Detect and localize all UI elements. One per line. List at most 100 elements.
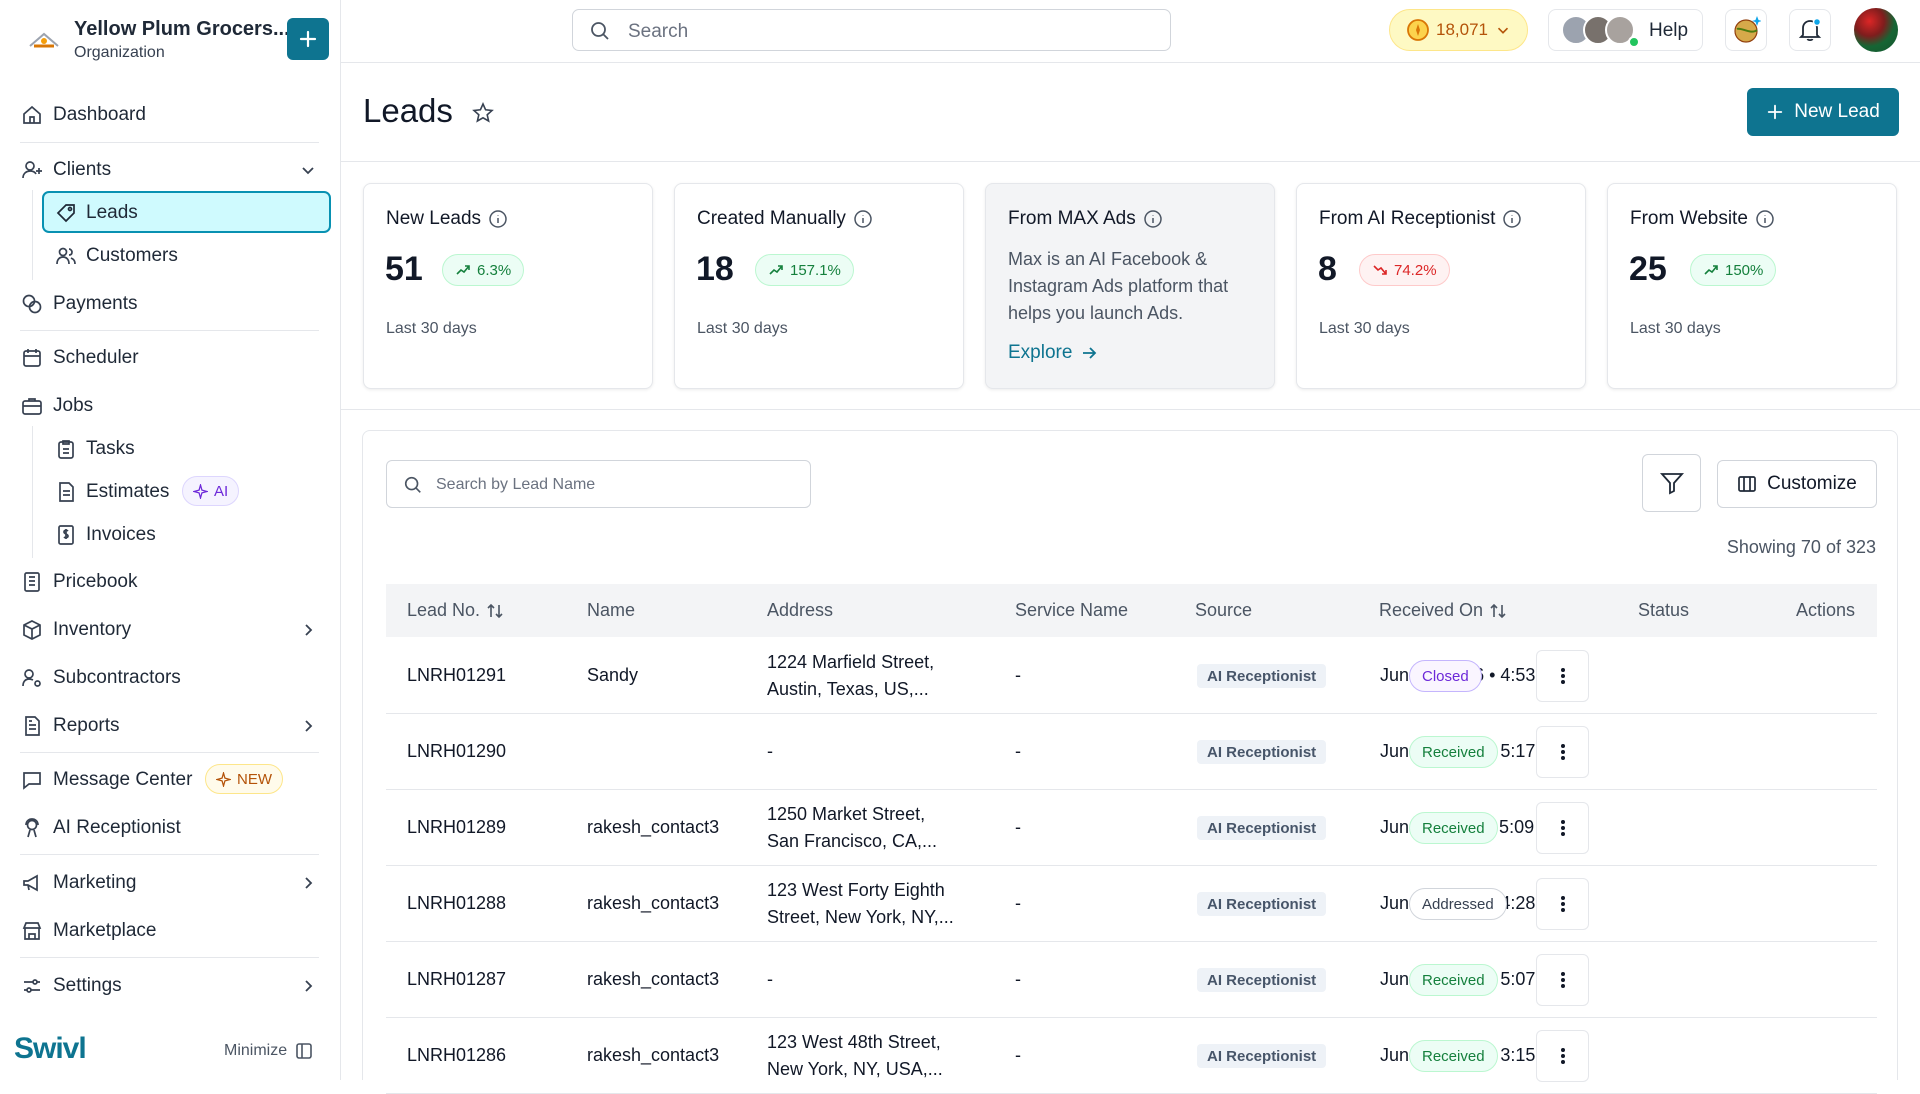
sidebar-item-settings[interactable]: Settings (0, 963, 341, 1007)
lead-address: 123 West Forty Eighth Street, New York, N… (767, 880, 954, 927)
sidebar-item-label: Estimates (86, 481, 170, 502)
rewards-button[interactable] (1725, 9, 1767, 51)
stat-period: Last 30 days (386, 320, 477, 337)
sidebar-item-label: Scheduler (53, 347, 139, 368)
help-button[interactable]: Help (1548, 9, 1703, 51)
sidebar-item-payments[interactable]: Payments (0, 281, 341, 325)
row-actions-button[interactable] (1536, 878, 1589, 930)
service-name: - (1015, 893, 1021, 913)
row-actions-button[interactable] (1536, 650, 1589, 702)
org-switcher[interactable]: Yellow Plum Grocers... Organization (22, 16, 330, 66)
sidebar-item-customers[interactable]: Customers (0, 233, 341, 277)
table-row[interactable]: LNRH01290 - - AI Receptionist Jun 12, 20… (386, 714, 1877, 790)
lead-no: LNRH01286 (407, 1045, 507, 1065)
sidebar-item-leads[interactable]: Leads (0, 190, 341, 234)
stat-title: Created Manually (697, 208, 846, 229)
sidebar-item-message-center[interactable]: Message Center (0, 757, 341, 801)
chevron-down-icon (298, 160, 318, 180)
sidebar-item-label: Marketplace (53, 920, 157, 941)
trend-up-icon (456, 265, 470, 275)
lead-name: rakesh_contact3 (587, 969, 720, 989)
new-lead-button[interactable]: New Lead (1747, 88, 1899, 136)
global-search-input[interactable]: Search (572, 9, 1171, 51)
info-icon (1503, 210, 1522, 228)
row-actions-button[interactable] (1536, 802, 1589, 854)
column-source: Source (1195, 600, 1253, 620)
sidebar-item-label: Invoices (86, 524, 156, 545)
table-row[interactable]: LNRH01287 rakesh_contact3 - - AI Recepti… (386, 942, 1877, 1018)
receptionist-icon (21, 817, 43, 839)
source-badge: AI Receptionist (1197, 664, 1327, 688)
chevron-right-icon (298, 716, 318, 736)
sidebar-item-marketing[interactable]: Marketing (0, 860, 341, 904)
sidebar-item-scheduler[interactable]: Scheduler (0, 335, 341, 379)
filter-icon (1659, 473, 1684, 495)
sidebar-item-tasks[interactable]: Tasks (0, 426, 341, 470)
stat-period: Last 30 days (1319, 320, 1410, 337)
stat-value: 51 (385, 250, 423, 288)
column-name: Name (587, 600, 636, 620)
status-badge: Addressed (1409, 888, 1507, 920)
arrow-right-icon (1083, 347, 1097, 359)
store-icon (21, 920, 43, 942)
sidebar-item-ai-receptionist[interactable]: AI Receptionist (0, 805, 341, 849)
coins-balance-button[interactable]: 18,071 (1389, 9, 1528, 51)
source-badge: AI Receptionist (1197, 816, 1327, 840)
sidebar-item-invoices[interactable]: Invoices (0, 512, 341, 556)
lead-address: 123 West 48th Street, New York, NY, USA,.… (767, 1032, 943, 1079)
minimize-button[interactable]: Minimize (224, 1042, 313, 1060)
org-name: Yellow Plum Grocers... (74, 18, 290, 40)
stat-card-ai-receptionist: From AI Receptionist 8 74.2% Last 30 day… (1296, 183, 1586, 389)
sidebar-item-label: Customers (86, 245, 178, 266)
status-badge: Received (1409, 812, 1498, 844)
sidebar-item-inventory[interactable]: Inventory (0, 607, 341, 651)
row-actions-button[interactable] (1536, 954, 1589, 1006)
sidebar-item-jobs[interactable]: Jobs (0, 383, 341, 427)
status-badge: Received (1409, 736, 1498, 768)
sidebar-item-estimates[interactable]: Estimates (0, 469, 341, 513)
sidebar-item-subcontractors[interactable]: Subcontractors (0, 655, 341, 699)
row-actions-button[interactable] (1536, 1030, 1589, 1082)
lead-address: - (767, 969, 773, 989)
sidebar-item-clients[interactable]: Clients (0, 147, 341, 191)
info-icon (489, 210, 507, 228)
stat-title: New Leads (386, 208, 482, 229)
users-icon (55, 245, 77, 267)
column-lead-no[interactable]: Lead No. (407, 600, 504, 621)
chevron-down-icon (1497, 27, 1509, 34)
stat-description: Max is an AI Facebook & Instagram Ads pl… (1008, 249, 1229, 323)
table-row[interactable]: LNRH01288 rakesh_contact3 123 West Forty… (386, 866, 1877, 942)
sidebar-item-marketplace[interactable]: Marketplace (0, 908, 341, 952)
sidebar-item-label: Marketing (53, 872, 137, 893)
table-row[interactable]: LNRH01289 rakesh_contact3 1250 Market St… (386, 790, 1877, 866)
sidebar-item-dashboard[interactable]: Dashboard (0, 92, 341, 136)
org-subtitle: Organization (74, 44, 165, 61)
sidebar-item-label: Dashboard (53, 104, 146, 125)
sidebar-item-reports[interactable]: Reports (0, 703, 341, 747)
search-icon (589, 20, 611, 42)
stat-title: From MAX Ads (1008, 208, 1136, 229)
stat-value: 25 (1629, 250, 1667, 288)
sidebar-item-pricebook[interactable]: Pricebook (0, 559, 341, 603)
sidebar-item-label: Pricebook (53, 571, 138, 592)
quick-add-button[interactable] (287, 18, 329, 60)
user-avatar[interactable] (1854, 8, 1898, 52)
table-row[interactable]: LNRH01291 Sandy 1224 Marfield Street, Aus… (386, 638, 1877, 714)
sidebar-item-label: Tasks (86, 438, 135, 459)
row-actions-button[interactable] (1536, 726, 1589, 778)
lead-search-input[interactable]: Search by Lead Name (386, 460, 811, 508)
filter-button[interactable] (1642, 454, 1701, 512)
column-received-on[interactable]: Received On (1379, 600, 1507, 621)
table-row[interactable]: LNRH01286 rakesh_contact3 123 West 48th … (386, 1018, 1877, 1094)
stat-card-website: From Website 25 150% Last 30 days (1607, 183, 1897, 389)
source-badge: AI Receptionist (1197, 740, 1327, 764)
sidebar-item-label: AI Receptionist (53, 817, 181, 838)
lead-no: LNRH01287 (407, 969, 507, 989)
sidebar-item-label: Jobs (53, 395, 94, 416)
sidebar-item-label: Settings (53, 975, 122, 996)
notifications-button[interactable] (1789, 9, 1831, 51)
book-icon (21, 571, 43, 593)
customize-button[interactable]: Customize (1717, 460, 1877, 508)
favorite-star-icon[interactable] (471, 101, 495, 125)
explore-link[interactable]: Explore (1008, 342, 1098, 364)
